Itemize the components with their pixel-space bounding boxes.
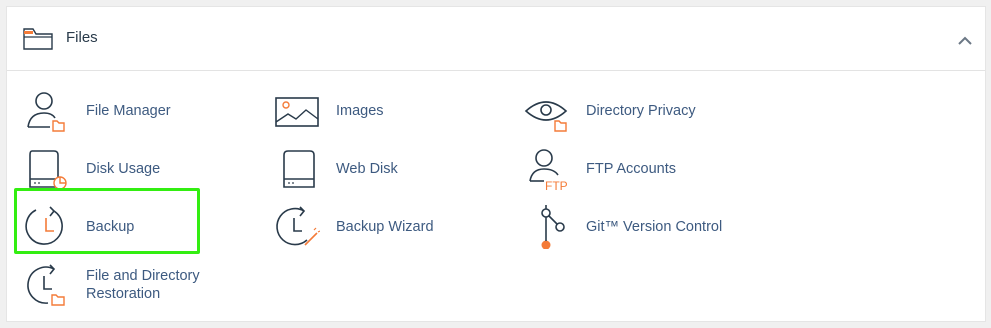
tool-label: File Manager [86, 103, 171, 119]
file-manager-icon [27, 92, 65, 132]
folder-icon [23, 28, 53, 50]
tool-label: Backup Wizard [336, 219, 434, 235]
tool-file-directory-restoration[interactable]: File and Directory Restoration [24, 263, 224, 307]
tool-git-version-control[interactable]: Git™ Version Control [524, 205, 764, 249]
tool-label: Disk Usage [86, 161, 161, 177]
files-panel: Files File Manager Images Directory Priv… [6, 6, 986, 322]
ftp-text: FTP [545, 179, 568, 191]
tool-label: Git™ Version Control [586, 219, 723, 235]
tool-ftp-accounts[interactable]: FTP FTP Accounts [524, 147, 764, 191]
tool-web-disk[interactable]: Web Disk [274, 147, 474, 191]
tool-label: Web Disk [336, 161, 398, 177]
chevron-up-icon[interactable] [953, 31, 977, 51]
tool-backup-wizard[interactable]: Backup Wizard [274, 205, 474, 249]
git-icon [541, 205, 565, 249]
tool-images[interactable]: Images [274, 89, 474, 133]
tool-label: Images [336, 103, 384, 119]
tool-label: FTP Accounts [586, 161, 676, 177]
panel-title: Files [66, 29, 98, 46]
disk-usage-icon [29, 150, 67, 190]
tool-directory-privacy[interactable]: Directory Privacy [524, 89, 764, 133]
ftp-accounts-icon: FTP [529, 149, 568, 191]
restoration-icon [27, 264, 65, 306]
tool-label: Directory Privacy [586, 103, 696, 119]
directory-privacy-icon [524, 101, 568, 132]
tool-disk-usage[interactable]: Disk Usage [24, 147, 224, 191]
backup-highlight-box [14, 188, 200, 254]
web-disk-icon [283, 150, 315, 188]
tool-label: File and Directory Restoration [86, 268, 200, 302]
backup-wizard-icon [276, 206, 320, 246]
images-icon [275, 97, 319, 127]
panel-header[interactable]: Files [7, 7, 985, 71]
tool-file-manager[interactable]: File Manager [24, 89, 224, 133]
